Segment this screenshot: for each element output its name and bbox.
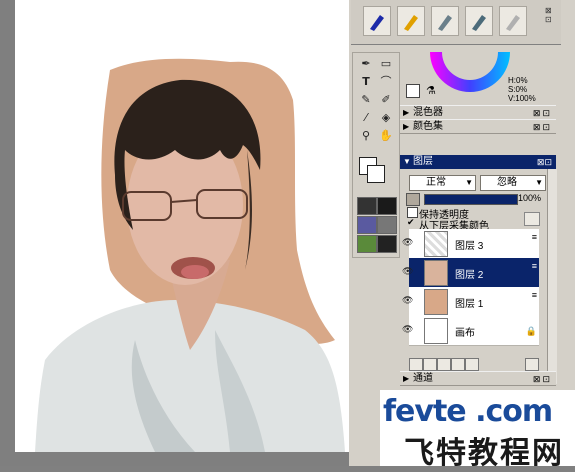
eye-icon[interactable]: 👁 [402, 238, 413, 247]
new-folder-icon[interactable] [423, 358, 437, 371]
lasso-tool-icon[interactable]: ⌒ [377, 74, 395, 90]
expand-arrow-icon: ▶ [403, 122, 410, 131]
text-tool-icon[interactable]: T [357, 74, 375, 90]
expand-arrow-icon: ▶ [403, 108, 410, 117]
copy-layer-icon[interactable] [437, 358, 451, 371]
blender-icon [506, 15, 520, 31]
texture-swatch-4[interactable] [377, 216, 397, 234]
expand-arrow-icon: ▶ [403, 374, 410, 383]
channels-panel-header[interactable]: ▶ 通道 ⊠⊡ [400, 371, 556, 386]
layer-stack-icon: ≡ [531, 261, 537, 271]
watermark-site-name: 飞特教程网 [404, 436, 564, 471]
watermark-url: fevte .com [383, 394, 553, 429]
eye-icon[interactable]: 👁 [402, 267, 413, 276]
fill-tool-icon[interactable]: ◈ [377, 110, 395, 126]
brush-selector [351, 0, 561, 45]
brush-tool-4[interactable] [465, 6, 493, 36]
secondary-color-swatch[interactable] [367, 165, 385, 183]
chevron-down-icon: ▼ [535, 178, 543, 187]
pen-tool-icon[interactable]: ✒ [357, 56, 375, 72]
layer-color-icon[interactable] [406, 193, 420, 206]
composite-method-select[interactable]: 正常 ▼ [409, 175, 476, 191]
toolbox: ✒ ▭ T ⌒ ✎ ✐ ⁄ ◈ ⚲ ✋ [352, 52, 400, 258]
new-layer-icon[interactable] [409, 358, 423, 371]
brush-panel-controls[interactable]: ⊠ ⊡ [545, 6, 555, 34]
airbrush-icon [472, 15, 486, 31]
pick-underlying-checkbox[interactable]: ✔ [407, 218, 416, 227]
brush-tool-icon[interactable]: ✎ [357, 92, 375, 108]
texture-swatch-3[interactable] [357, 216, 377, 234]
layer-row-3[interactable]: 👁 图层 3 ≡ [402, 229, 539, 259]
texture-swatch-6[interactable] [377, 235, 397, 253]
layer-stack-icon: ≡ [531, 290, 537, 300]
merge-icon[interactable] [465, 358, 479, 371]
current-color-icon[interactable] [406, 84, 420, 98]
chevron-down-icon: ▼ [465, 178, 473, 187]
eye-icon[interactable]: 👁 [402, 296, 413, 305]
layer-buttons [409, 357, 539, 371]
dropper-icon[interactable]: ⚗ [426, 84, 436, 97]
select-tool-icon[interactable]: ▭ [377, 56, 395, 72]
dropper-tool-icon[interactable]: ⁄ [357, 110, 375, 126]
eye-icon[interactable]: 👁 [402, 325, 413, 334]
color-wheel-panel: ⚗ H:0% S:0% V:100% [400, 52, 556, 104]
lock-icon: 🔒 [525, 326, 537, 336]
layer-stack-icon: ≡ [531, 232, 537, 242]
texture-swatch-2[interactable] [377, 197, 397, 215]
layer-thumbnail [424, 231, 448, 257]
layer-row-2[interactable]: 👁 图层 2 ≡ [402, 258, 539, 288]
layers-panel-title[interactable]: ▼ 图层 ⊠⊡ [400, 155, 556, 169]
brush-tool-1[interactable] [363, 6, 391, 36]
layer-thumbnail [424, 318, 448, 344]
texture-swatch-1[interactable] [357, 197, 377, 215]
pen-icon [370, 15, 384, 31]
composite-depth-select[interactable]: 忽略 ▼ [480, 175, 546, 191]
opacity-value: 100% [518, 193, 542, 203]
lock-icon[interactable] [524, 212, 540, 226]
collapse-arrow-icon: ▼ [403, 157, 411, 166]
trash-icon[interactable] [525, 358, 539, 371]
hsv-readout: H:0% S:0% V:100% [508, 76, 536, 103]
pencil-icon [404, 15, 418, 31]
panel-buttons[interactable]: ⊠⊡ [533, 121, 552, 134]
brush-tool-2[interactable] [397, 6, 425, 36]
panel-buttons[interactable]: ⊠⊡ [537, 155, 552, 169]
magnifier-icon[interactable]: ⚲ [357, 128, 375, 144]
colorset-panel-header[interactable]: ▶ 颜色集 ⊠⊡ [400, 119, 556, 134]
brush-tool-3[interactable] [431, 6, 459, 36]
portrait-painting[interactable] [15, 0, 349, 452]
hand-tool-icon[interactable]: ✋ [377, 128, 395, 144]
mixer-panel-header[interactable]: ▶ 混色器 ⊠⊡ [400, 105, 556, 120]
opacity-slider[interactable] [424, 194, 518, 205]
layers-scrollbar[interactable] [547, 169, 557, 384]
eraser-tool-icon[interactable]: ✐ [377, 92, 395, 108]
mask-icon[interactable] [451, 358, 465, 371]
panel-buttons[interactable]: ⊠⊡ [533, 373, 552, 386]
layer-row-1[interactable]: 👁 图层 1 ≡ [402, 287, 539, 317]
brush-icon [438, 15, 452, 31]
brush-tool-5[interactable] [499, 6, 527, 36]
layer-thumbnail [424, 289, 448, 315]
layer-row-canvas[interactable]: 👁 画布 🔒 [402, 316, 539, 346]
texture-swatch-5[interactable] [357, 235, 377, 253]
layer-thumbnail [424, 260, 448, 286]
